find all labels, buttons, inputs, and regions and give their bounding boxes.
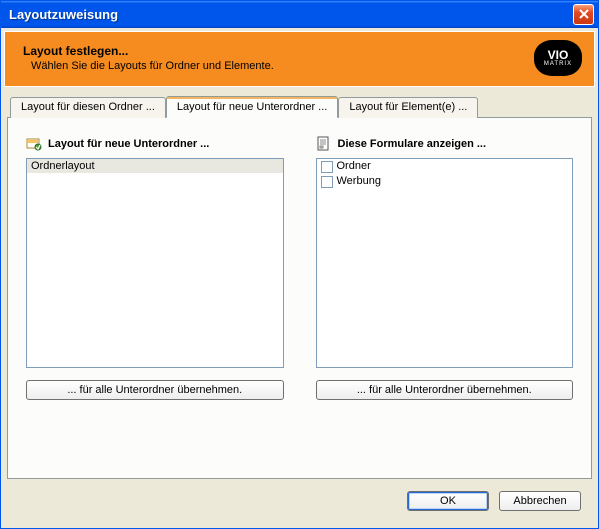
checkbox-label: Ordner — [337, 159, 371, 174]
close-button[interactable] — [573, 4, 594, 25]
list-item[interactable]: Ordnerlayout — [27, 159, 283, 173]
banner-subtitle: Wählen Sie die Layouts für Ordner und El… — [31, 60, 534, 72]
apply-left-button[interactable]: ... für alle Unterordner übernehmen. — [26, 380, 284, 400]
layout-listbox[interactable]: Ordnerlayout — [26, 158, 284, 368]
left-panel-header: Layout für neue Unterordner ... — [26, 136, 284, 152]
dialog-footer: OK Abbrechen — [4, 479, 595, 525]
brand-logo: VIO MATRIX — [534, 40, 582, 76]
content-area: Layout für diesen Ordner ... Layout für … — [1, 90, 598, 528]
right-panel: Diese Formulare anzeigen ... Ordner Werb… — [316, 136, 574, 400]
apply-right-button[interactable]: ... für alle Unterordner übernehmen. — [316, 380, 574, 400]
tab-strip: Layout für diesen Ordner ... Layout für … — [4, 96, 595, 117]
cancel-button[interactable]: Abbrechen — [499, 491, 581, 511]
right-panel-header: Diese Formulare anzeigen ... — [316, 136, 574, 152]
banner-text: Layout festlegen... Wählen Sie die Layou… — [23, 44, 534, 72]
list-item[interactable]: Ordner — [317, 159, 573, 174]
checkbox-icon[interactable] — [321, 176, 333, 188]
list-item[interactable]: Werbung — [317, 174, 573, 189]
layout-icon — [26, 136, 42, 152]
header-banner: Layout festlegen... Wählen Sie die Layou… — [4, 31, 595, 87]
logo-bottom: MATRIX — [544, 61, 572, 67]
tab-folder[interactable]: Layout für diesen Ordner ... — [10, 97, 166, 118]
form-icon — [316, 136, 332, 152]
forms-listbox[interactable]: Ordner Werbung — [316, 158, 574, 368]
checkbox-icon[interactable] — [321, 161, 333, 173]
tab-elements[interactable]: Layout für Element(e) ... — [338, 97, 478, 118]
left-panel-title: Layout für neue Unterordner ... — [48, 138, 209, 150]
checkbox-label: Werbung — [337, 174, 381, 189]
window-title: Layoutzuweisung — [9, 7, 573, 22]
tab-panel: Layout für neue Unterordner ... Ordnerla… — [7, 117, 592, 479]
ok-button[interactable]: OK — [407, 491, 489, 511]
right-panel-title: Diese Formulare anzeigen ... — [338, 138, 487, 150]
titlebar: Layoutzuweisung — [1, 1, 598, 28]
logo-top: VIO — [548, 49, 569, 61]
panels-row: Layout für neue Unterordner ... Ordnerla… — [26, 136, 573, 400]
banner-title: Layout festlegen... — [23, 44, 534, 58]
tab-subfolders[interactable]: Layout für neue Unterordner ... — [166, 96, 338, 118]
close-icon — [579, 8, 589, 22]
dialog-window: Layoutzuweisung Layout festlegen... Wähl… — [0, 0, 599, 529]
left-panel: Layout für neue Unterordner ... Ordnerla… — [26, 136, 284, 400]
